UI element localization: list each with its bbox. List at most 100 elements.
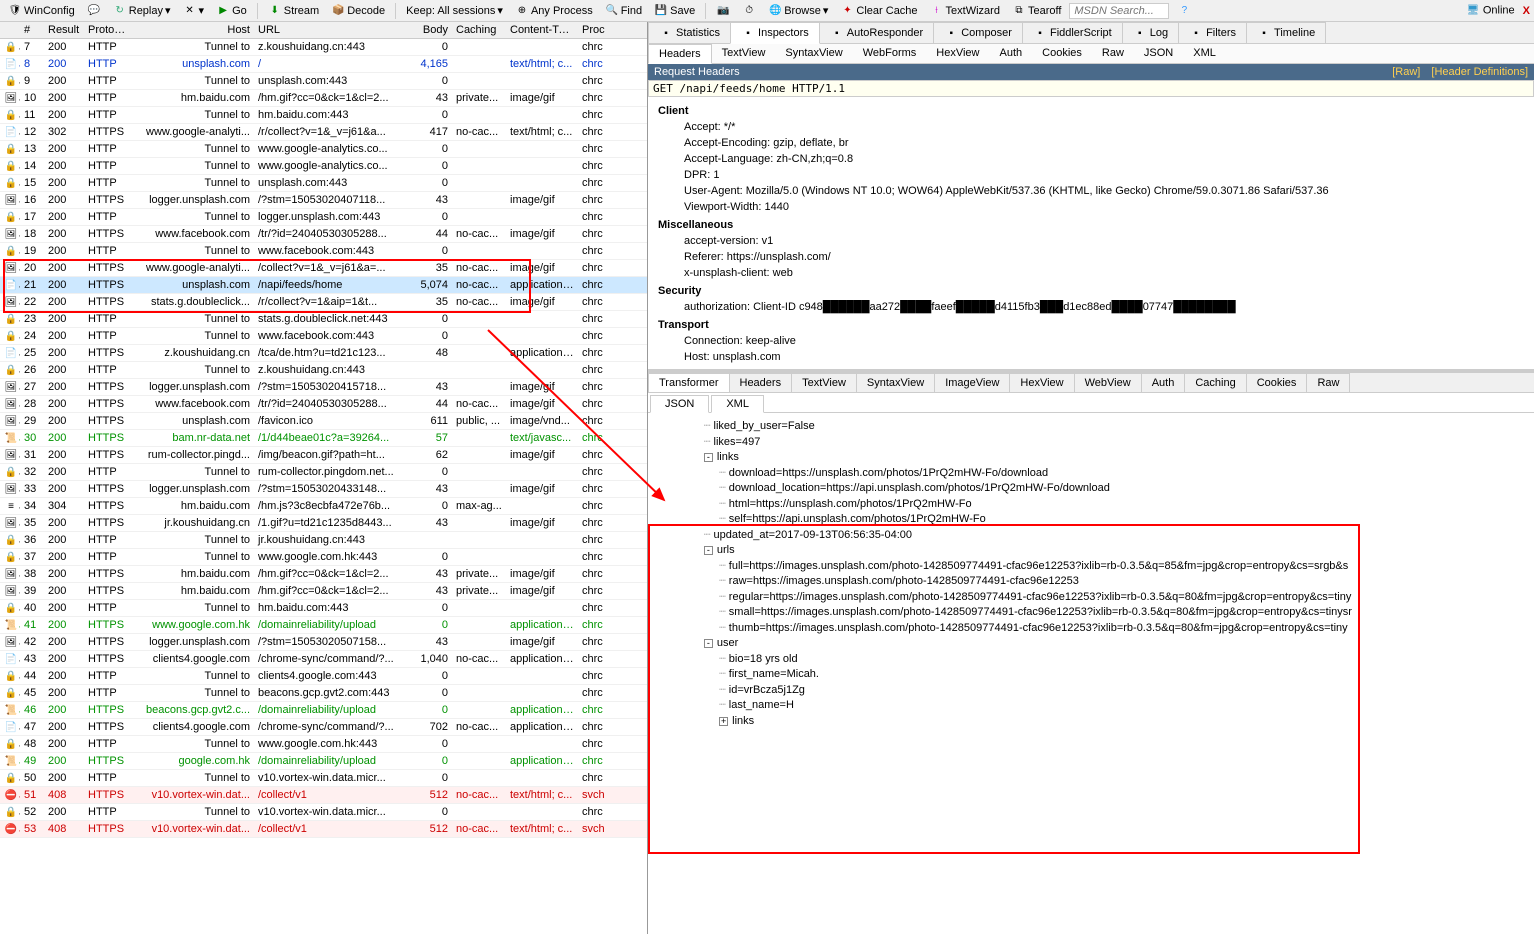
col-caching[interactable]: Caching [452, 24, 506, 36]
header-defs-link[interactable]: [Header Definitions] [1431, 66, 1528, 78]
json-node[interactable]: ┈ full=https://images.unsplash.com/photo… [658, 559, 1524, 575]
tab-composer[interactable]: ▪Composer [933, 22, 1023, 43]
header-item[interactable]: Viewport-Width: 1440 [684, 199, 1524, 215]
respsubtab-json[interactable]: JSON [650, 395, 709, 413]
session-row[interactable]: 🔒48200HTTPTunnel towww.google.com.hk:443… [0, 736, 647, 753]
anyprocess-button[interactable]: ⊕Any Process [511, 3, 597, 19]
session-row[interactable]: 📄43200HTTPSclients4.google.com/chrome-sy… [0, 651, 647, 668]
session-row[interactable]: 🔒24200HTTPTunnel towww.facebook.com:4430… [0, 328, 647, 345]
session-row[interactable]: 🖼16200HTTPSlogger.unsplash.com/?stm=1505… [0, 192, 647, 209]
json-node[interactable]: ┈ first_name=Micah. [658, 667, 1524, 683]
session-row[interactable]: 🔒44200HTTPTunnel toclients4.google.com:4… [0, 668, 647, 685]
reqtab-headers[interactable]: Headers [648, 44, 712, 64]
reqtab-hexview[interactable]: HexView [926, 44, 989, 63]
online-indicator[interactable]: 🖥 Online [1466, 4, 1515, 18]
col-body[interactable]: Body [408, 24, 452, 36]
col-host[interactable]: Host [132, 24, 254, 36]
close-button[interactable]: X [1523, 5, 1530, 17]
expand-icon[interactable]: - [704, 639, 713, 648]
json-node[interactable]: -links [658, 450, 1524, 466]
json-node[interactable]: ┈ regular=https://images.unsplash.com/ph… [658, 590, 1524, 606]
session-row[interactable]: 🖼28200HTTPSwww.facebook.com/tr/?id=24040… [0, 396, 647, 413]
tab-inspectors[interactable]: ▪Inspectors [730, 22, 820, 44]
session-row[interactable]: 🔒52200HTTPTunnel tov10.vortex-win.data.m… [0, 804, 647, 821]
json-tree[interactable]: ┈ liked_by_user=False ┈ likes=497 -links… [648, 413, 1534, 934]
session-row[interactable]: ⛔51408HTTPSv10.vortex-win.dat.../collect… [0, 787, 647, 804]
tab-statistics[interactable]: ▪Statistics [648, 22, 731, 43]
resptab-syntaxview[interactable]: SyntaxView [856, 373, 935, 392]
reqtab-xml[interactable]: XML [1183, 44, 1226, 63]
json-node[interactable]: ┈ thumb=https://images.unsplash.com/phot… [658, 621, 1524, 637]
header-item[interactable]: accept-version: v1 [684, 233, 1524, 249]
json-node[interactable]: -user [658, 636, 1524, 652]
session-row[interactable]: 🔒11200HTTPTunnel tohm.baidu.com:4430chrc [0, 107, 647, 124]
tab-filters[interactable]: ▪Filters [1178, 22, 1247, 43]
header-item[interactable]: Referer: https://unsplash.com/ [684, 249, 1524, 265]
go-button[interactable]: ▶Go [212, 3, 251, 19]
tab-timeline[interactable]: ▪Timeline [1246, 22, 1326, 43]
resptab-raw[interactable]: Raw [1306, 373, 1350, 392]
json-node[interactable]: ┈ updated_at=2017-09-13T06:56:35-04:00 [658, 528, 1524, 544]
browse-button[interactable]: 🌐Browse▾ [764, 3, 832, 19]
resptab-auth[interactable]: Auth [1141, 373, 1186, 392]
session-row[interactable]: 🖼22200HTTPSstats.g.doubleclick.../r/coll… [0, 294, 647, 311]
session-row[interactable]: 🖼38200HTTPShm.baidu.com/hm.gif?cc=0&ck=1… [0, 566, 647, 583]
json-node[interactable]: ┈ id=vrBcza5j1Zg [658, 683, 1524, 699]
header-item[interactable]: DPR: 1 [684, 167, 1524, 183]
session-row[interactable]: 🖼18200HTTPSwww.facebook.com/tr/?id=24040… [0, 226, 647, 243]
header-item[interactable]: Host: unsplash.com [684, 349, 1524, 365]
json-node[interactable]: ┈ last_name=H [658, 698, 1524, 714]
col-url[interactable]: URL [254, 24, 408, 36]
session-row[interactable]: 🖼27200HTTPSlogger.unsplash.com/?stm=1505… [0, 379, 647, 396]
json-node[interactable]: ┈ bio=18 yrs old [658, 652, 1524, 668]
session-row[interactable]: 🔒23200HTTPTunnel tostats.g.doubleclick.n… [0, 311, 647, 328]
textwizard-button[interactable]: ⟊TextWizard [926, 3, 1004, 19]
reqtab-textview[interactable]: TextView [712, 44, 776, 63]
session-row[interactable]: 📄12302HTTPSwww.google-analyti.../r/colle… [0, 124, 647, 141]
session-row[interactable]: 🖼33200HTTPSlogger.unsplash.com/?stm=1505… [0, 481, 647, 498]
msdn-search-input[interactable] [1069, 3, 1169, 19]
resptab-cookies[interactable]: Cookies [1246, 373, 1308, 392]
session-row[interactable]: 🖼31200HTTPSrum-collector.pingd.../img/be… [0, 447, 647, 464]
session-row[interactable]: 🖼42200HTTPSlogger.unsplash.com/?stm=1505… [0, 634, 647, 651]
json-node[interactable]: -urls [658, 543, 1524, 559]
col-result[interactable]: Result [44, 24, 84, 36]
reqtab-json[interactable]: JSON [1134, 44, 1183, 63]
header-item[interactable]: Accept-Language: zh-CN,zh;q=0.8 [684, 151, 1524, 167]
session-row[interactable]: 🔒45200HTTPTunnel tobeacons.gcp.gvt2.com:… [0, 685, 647, 702]
json-node[interactable]: ┈ html=https://unsplash.com/photos/1PrQ2… [658, 497, 1524, 513]
session-row[interactable]: 🔒19200HTTPTunnel towww.facebook.com:4430… [0, 243, 647, 260]
camera-button[interactable]: 📷 [712, 3, 734, 19]
header-item[interactable]: Accept: */* [684, 119, 1524, 135]
session-row[interactable]: 🔒13200HTTPTunnel towww.google-analytics.… [0, 141, 647, 158]
header-item[interactable]: User-Agent: Mozilla/5.0 (Windows NT 10.0… [684, 183, 1524, 199]
session-row[interactable]: 🔒40200HTTPTunnel tohm.baidu.com:4430chrc [0, 600, 647, 617]
reqtab-syntaxview[interactable]: SyntaxView [775, 44, 852, 63]
json-node[interactable]: ┈ liked_by_user=False [658, 419, 1524, 435]
header-item[interactable]: x-unsplash-client: web [684, 265, 1524, 281]
resptab-textview[interactable]: TextView [791, 373, 857, 392]
session-row[interactable]: 🔒17200HTTPTunnel tologger.unsplash.com:4… [0, 209, 647, 226]
resptab-webview[interactable]: WebView [1074, 373, 1142, 392]
session-row[interactable]: 📜30200HTTPSbam.nr-data.net/1/d44beae01c?… [0, 430, 647, 447]
json-node[interactable]: ┈ small=https://images.unsplash.com/phot… [658, 605, 1524, 621]
session-row[interactable]: 🔒26200HTTPTunnel toz.koushuidang.cn:443c… [0, 362, 647, 379]
session-row[interactable]: 🖼39200HTTPShm.baidu.com/hm.gif?cc=0&ck=1… [0, 583, 647, 600]
expand-icon[interactable]: - [704, 453, 713, 462]
expand-icon[interactable]: - [704, 546, 713, 555]
reqtab-cookies[interactable]: Cookies [1032, 44, 1092, 63]
resptab-caching[interactable]: Caching [1184, 373, 1246, 392]
session-row[interactable]: 🖼20200HTTPSwww.google-analyti.../collect… [0, 260, 647, 277]
session-row[interactable]: 🔒7200HTTPTunnel toz.koushuidang.cn:4430c… [0, 39, 647, 56]
col-proc[interactable]: Proc [578, 24, 610, 36]
session-row[interactable]: 📄21200HTTPSunsplash.com/napi/feeds/home5… [0, 277, 647, 294]
comment-button[interactable]: 💬 [83, 3, 105, 19]
session-row[interactable]: 🔒9200HTTPTunnel tounsplash.com:4430chrc [0, 73, 647, 90]
tab-log[interactable]: ▪Log [1122, 22, 1179, 43]
save-button[interactable]: 💾Save [650, 3, 699, 19]
header-item[interactable]: authorization: Client-ID c948██████aa272… [684, 299, 1524, 315]
json-node[interactable]: +links [658, 714, 1524, 730]
session-row[interactable]: 🔒37200HTTPTunnel towww.google.com.hk:443… [0, 549, 647, 566]
winconfig-button[interactable]: 🛡WinConfig [4, 3, 79, 19]
session-row[interactable]: 🖼29200HTTPSunsplash.com/favicon.ico611pu… [0, 413, 647, 430]
